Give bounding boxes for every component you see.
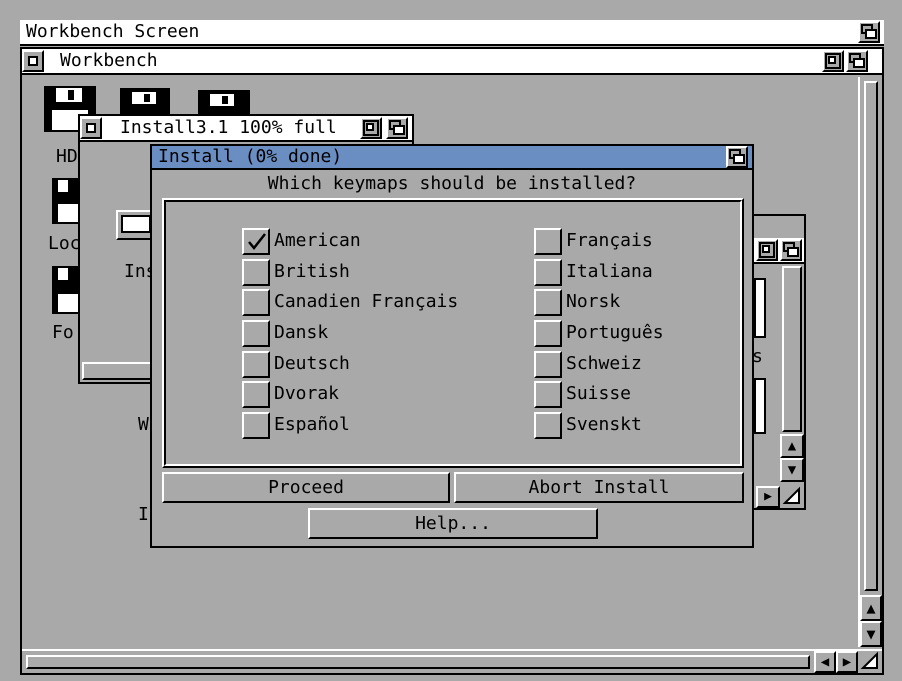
disk-icon[interactable] xyxy=(196,88,252,116)
checkbox-schweiz[interactable] xyxy=(534,351,562,378)
checkbox-american[interactable] xyxy=(242,228,270,255)
checkbox-norsk[interactable] xyxy=(534,289,562,316)
checkbox-dansk[interactable] xyxy=(242,320,270,347)
icon-label-hd: HD xyxy=(56,146,78,167)
dialog-depth-gadget[interactable] xyxy=(726,146,748,168)
close-icon xyxy=(86,123,96,133)
checkbox-italiana[interactable] xyxy=(534,259,562,286)
workbench-title: Workbench xyxy=(60,50,158,71)
disk-icon[interactable] xyxy=(118,86,172,114)
checkbox-francais[interactable] xyxy=(534,228,562,255)
scroll-up-arrow-icon[interactable]: ▲ xyxy=(860,595,882,621)
install-question: Which keymaps should be installed? xyxy=(267,173,637,194)
option-label: Français xyxy=(566,230,653,251)
depth-icon xyxy=(861,24,877,39)
zoom-icon xyxy=(363,120,379,136)
option-label: Norsk xyxy=(566,291,621,312)
partial-text-i: I xyxy=(138,504,149,525)
partial-text-w: W xyxy=(138,414,149,435)
depth-icon xyxy=(389,120,405,135)
workbench-vertical-scrollbar[interactable]: ▲ ▼ xyxy=(858,77,882,647)
checkbox-espanol[interactable] xyxy=(242,412,270,439)
zoom-icon xyxy=(825,53,841,69)
option-label: Dvorak xyxy=(274,383,340,404)
background-vertical-scroll-knob[interactable] xyxy=(782,266,802,432)
partial-icon xyxy=(754,278,766,338)
option-label: Schweiz xyxy=(566,353,642,374)
checkbox-british[interactable] xyxy=(242,259,270,286)
option-label: Svenskt xyxy=(566,414,642,435)
zoom-icon xyxy=(759,242,775,258)
background-zoom-gadget[interactable] xyxy=(756,239,778,261)
scroll-up-arrow-icon[interactable]: ▲ xyxy=(780,434,804,458)
install-dialog-title: Install (0% done) xyxy=(158,146,343,167)
workbench-horizontal-scrollbar[interactable]: ◀ ▶ xyxy=(22,649,882,673)
screen-depth-gadget[interactable] xyxy=(858,21,880,43)
option-label: Dansk xyxy=(274,322,329,343)
checkbox-suisse[interactable] xyxy=(534,381,562,408)
option-label: British xyxy=(274,261,350,282)
drawer-zoom-gadget[interactable] xyxy=(360,117,382,139)
scroll-down-arrow-icon[interactable]: ▼ xyxy=(860,621,882,647)
vertical-scroll-knob[interactable] xyxy=(864,81,878,591)
drawer-title: Install3.1 100% full xyxy=(120,117,337,138)
checkbox-dvorak[interactable] xyxy=(242,381,270,408)
option-label: Español xyxy=(274,414,350,435)
workbench-zoom-gadget[interactable] xyxy=(822,50,844,72)
depth-icon xyxy=(729,149,745,164)
partial-icon xyxy=(754,378,766,434)
checkmark-icon xyxy=(248,233,266,250)
install-dialog-title-bar[interactable]: Install (0% done) xyxy=(152,146,752,170)
scroll-down-arrow-icon[interactable]: ▼ xyxy=(780,458,804,482)
drawer-horizontal-scroll-knob[interactable] xyxy=(82,362,152,380)
checkbox-canadien-francais[interactable] xyxy=(242,289,270,316)
checkbox-svenskt[interactable] xyxy=(534,412,562,439)
resize-icon[interactable] xyxy=(860,651,882,673)
checkbox-portugues[interactable] xyxy=(534,320,562,347)
depth-icon xyxy=(783,242,799,257)
workbench-title-bar[interactable]: Workbench xyxy=(22,49,882,75)
option-label: Italiana xyxy=(566,261,653,282)
option-label: American xyxy=(274,230,361,251)
resize-icon[interactable] xyxy=(782,486,804,508)
option-label: Português xyxy=(566,322,664,343)
horizontal-scroll-knob[interactable] xyxy=(26,655,810,669)
workbench-close-gadget[interactable] xyxy=(22,50,44,72)
drawer-close-gadget[interactable] xyxy=(80,117,102,139)
install-dialog: Install (0% done) Which keymaps should b… xyxy=(150,144,754,548)
option-label: Deutsch xyxy=(274,353,350,374)
option-label: Suisse xyxy=(566,383,632,404)
close-icon xyxy=(28,56,38,66)
depth-icon xyxy=(849,53,865,68)
scroll-right-arrow-icon[interactable]: ▶ xyxy=(836,651,858,673)
scroll-left-arrow-icon[interactable]: ◀ xyxy=(814,651,836,673)
screen-title: Workbench Screen xyxy=(26,21,200,42)
background-depth-gadget[interactable] xyxy=(780,239,802,261)
workbench-depth-gadget[interactable] xyxy=(846,50,868,72)
abort-install-button[interactable]: Abort Install xyxy=(454,472,744,503)
drawer-title-bar[interactable]: Install3.1 100% full xyxy=(80,116,412,142)
drawer-depth-gadget[interactable] xyxy=(386,117,408,139)
help-button[interactable]: Help... xyxy=(308,508,598,539)
icon-label-locale: Loc xyxy=(48,233,81,254)
icon-label-fonts: Fo xyxy=(52,322,74,343)
screen-title-bar: Workbench Screen xyxy=(20,20,884,46)
scroll-right-arrow-icon[interactable]: ▶ xyxy=(756,486,780,508)
proceed-button[interactable]: Proceed xyxy=(162,472,450,503)
checkbox-deutsch[interactable] xyxy=(242,351,270,378)
option-label: Canadien Français xyxy=(274,291,459,312)
